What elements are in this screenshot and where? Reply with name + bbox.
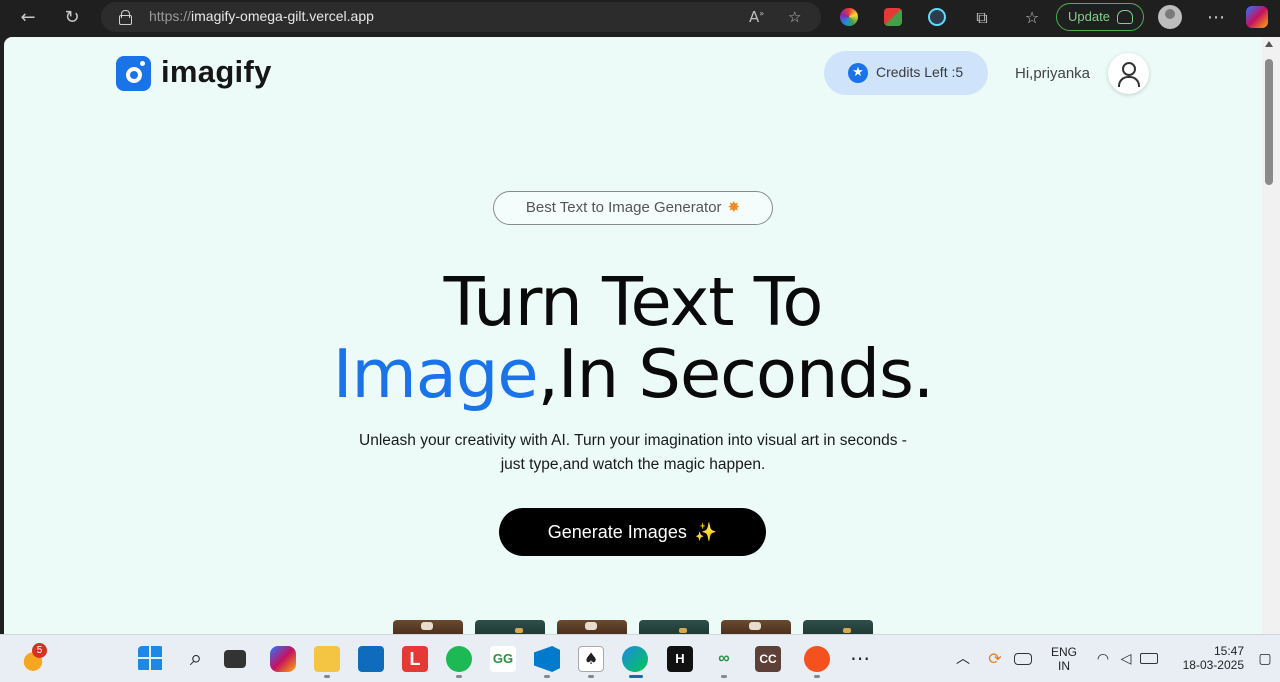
chevron-up-icon[interactable]: ︿	[950, 646, 976, 672]
running-indicator	[814, 675, 820, 678]
solitaire-icon[interactable]: ♠	[578, 646, 604, 672]
sample-image[interactable]	[803, 620, 873, 634]
volume-icon[interactable]: ◁	[1113, 646, 1139, 672]
profile-avatar[interactable]	[1158, 5, 1182, 29]
hackerrank-icon[interactable]: H	[667, 646, 693, 672]
color-extension-icon[interactable]	[840, 8, 858, 26]
page-scrollbar[interactable]	[1262, 37, 1280, 634]
scroll-up-arrow-icon[interactable]	[1265, 41, 1273, 47]
hero-title-line1: Turn Text To	[443, 263, 824, 341]
start-windows-icon[interactable]	[138, 646, 164, 672]
read-aloud-icon[interactable]: A»	[749, 8, 764, 26]
running-indicator	[544, 675, 550, 678]
clock-date: 18-03-2025	[1182, 658, 1244, 672]
file-explorer-icon[interactable]	[314, 646, 340, 672]
hero-title-rest: ,In Seconds.	[537, 335, 935, 413]
star-icon: ★	[848, 63, 868, 83]
sample-images-strip	[393, 620, 883, 634]
tagline-badge: Best Text to Image Generator ✸	[493, 191, 773, 225]
task-view-icon[interactable]	[224, 650, 246, 668]
tagline-text: Best Text to Image Generator	[525, 199, 722, 216]
windows-taskbar: 5 ⌕ L GG ♠ H ∞ CC ⋯ ︿ ⟳ ENG IN ◠ ◁ 15:47…	[0, 634, 1280, 682]
logo-mark-icon	[116, 56, 151, 91]
react-devtools-icon[interactable]	[928, 8, 946, 26]
sample-image[interactable]	[639, 620, 709, 634]
running-indicator	[588, 675, 594, 678]
battery-icon[interactable]	[1140, 653, 1158, 664]
more-apps-icon[interactable]: ⋯	[847, 646, 873, 672]
health-heart-icon	[1117, 10, 1133, 24]
user-avatar-button[interactable]	[1108, 53, 1149, 94]
sparkles-icon: ✨	[694, 522, 718, 542]
copilot-icon[interactable]	[1246, 6, 1268, 28]
spark-icon: ✸	[727, 199, 741, 216]
back-arrow-icon[interactable]: ←	[14, 6, 42, 30]
search-icon[interactable]: ⌕	[183, 646, 209, 672]
lang-line1: ENG	[1050, 645, 1077, 659]
lock-icon[interactable]	[119, 10, 132, 25]
hero-title-line2: Image,In Seconds.	[4, 335, 1262, 413]
sample-image[interactable]	[393, 620, 463, 634]
favorite-star-icon[interactable]: ☆	[788, 8, 801, 26]
lang-line2: IN	[1058, 659, 1070, 673]
notifications-icon[interactable]: ▢	[1256, 646, 1274, 672]
url-text[interactable]: https://imagify-omega-gilt.vercel.app	[149, 8, 374, 24]
sync-icon[interactable]: ⟳	[982, 646, 1008, 672]
microsoft-store-icon[interactable]	[358, 646, 384, 672]
hero-subtitle-line2: just type,and watch the magic happen.	[500, 456, 766, 473]
clock-time: 15:47	[1213, 644, 1244, 658]
active-indicator	[629, 675, 643, 678]
sample-image[interactable]	[557, 620, 627, 634]
page-viewport: imagify ★ Credits Left :5 Hi,priyanka Be…	[4, 37, 1262, 634]
geeksforgeeks-icon[interactable]: GG	[490, 646, 516, 672]
edge-icon[interactable]	[622, 646, 648, 672]
keyboard-icon[interactable]	[1014, 653, 1032, 665]
codechef-icon[interactable]: CC	[755, 646, 781, 672]
hero-title-highlight: Image	[332, 335, 539, 413]
more-dots-icon[interactable]: ⋯	[1202, 6, 1230, 30]
update-button[interactable]: Update	[1056, 3, 1144, 31]
running-indicator	[324, 675, 330, 678]
language-indicator[interactable]: ENG IN	[1046, 645, 1082, 673]
favorites-list-icon[interactable]: ☆	[1018, 6, 1046, 30]
clock[interactable]: 15:47 18-03-2025	[1168, 644, 1244, 672]
running-indicator	[721, 675, 727, 678]
sample-image[interactable]	[721, 620, 791, 634]
vscode-icon[interactable]	[534, 646, 560, 672]
address-bar[interactable]: https://imagify-omega-gilt.vercel.app A»…	[101, 2, 821, 32]
weather-badge: 5	[32, 643, 47, 658]
browser-toolbar: ← ↻ https://imagify-omega-gilt.vercel.ap…	[0, 0, 1280, 36]
extensions-puzzle-icon[interactable]: ⧉	[968, 6, 996, 30]
copilot-taskbar-icon[interactable]	[270, 646, 296, 672]
reload-icon[interactable]: ↻	[58, 6, 86, 30]
user-greeting: Hi,priyanka	[1015, 65, 1091, 82]
cta-label: Generate Images	[547, 522, 687, 542]
generate-images-button[interactable]: Generate Images ✨	[499, 508, 766, 556]
sample-image[interactable]	[475, 620, 545, 634]
geeks-icon[interactable]: ∞	[711, 646, 737, 672]
credits-button[interactable]: ★ Credits Left :5	[824, 51, 988, 95]
credits-label: Credits Left :5	[876, 64, 964, 80]
app-l-icon[interactable]: L	[402, 646, 428, 672]
postman-icon[interactable]	[804, 646, 830, 672]
spotify-icon[interactable]	[446, 646, 472, 672]
hero-subtitle-line1: Unleash your creativity with AI. Turn yo…	[359, 432, 907, 449]
logo-text: imagify	[161, 54, 272, 89]
scrollbar-thumb[interactable]	[1265, 59, 1273, 185]
tools-extension-icon[interactable]	[884, 8, 902, 26]
running-indicator	[456, 675, 462, 678]
